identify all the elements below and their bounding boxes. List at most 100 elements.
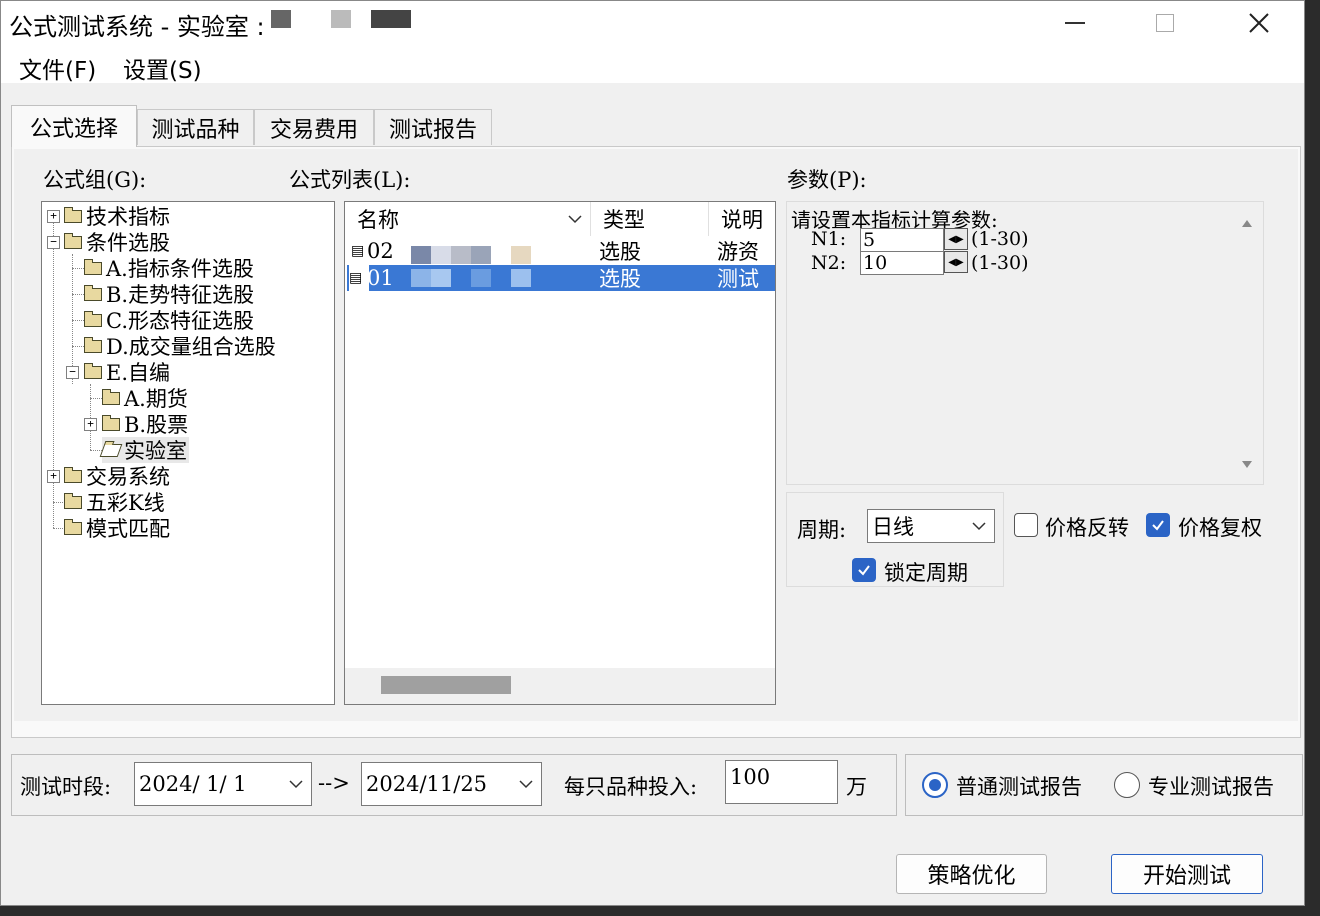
period-select[interactable]: 日线 — [867, 509, 995, 543]
folder-icon — [84, 284, 102, 301]
folder-icon — [64, 492, 82, 509]
normal-report-radio[interactable] — [922, 772, 948, 798]
close-icon — [1249, 13, 1269, 33]
maximize-button[interactable] — [1135, 1, 1195, 45]
param-range: (1-30) — [971, 228, 1029, 250]
period-label: 周期: — [797, 518, 847, 542]
tree-item[interactable]: A.期货 — [102, 385, 188, 411]
horizontal-scrollbar[interactable] — [345, 668, 775, 704]
lock-period-label: 锁定周期 — [884, 561, 968, 585]
formula-list-label: 公式列表(L): — [289, 168, 411, 192]
price-adjust-checkbox[interactable] — [1146, 513, 1170, 537]
column-header-name[interactable]: 名称 — [345, 202, 591, 236]
title-swatch — [331, 10, 351, 28]
tree-item[interactable]: 技术指标 — [64, 203, 170, 229]
redacted-block — [451, 246, 471, 264]
app-window: 公式测试系统 - 实验室 : 文件(F) 设置(S) 公式选择 测试品种 交易费… — [0, 0, 1305, 906]
tree-item[interactable]: B.股票 — [102, 411, 188, 437]
pro-report-radio[interactable] — [1114, 772, 1140, 798]
checkmark-icon — [858, 565, 870, 576]
scroll-down-icon[interactable] — [1241, 460, 1253, 470]
chevron-down-icon — [972, 522, 986, 531]
normal-report-label: 普通测试报告 — [956, 775, 1082, 799]
param-name: N2: — [811, 252, 847, 274]
checkmark-icon — [1152, 520, 1164, 531]
column-header-desc[interactable]: 说明 — [709, 202, 775, 236]
redacted-block — [471, 269, 491, 287]
tree-item[interactable]: D.成交量组合选股 — [84, 333, 276, 359]
params-panel: 请设置本指标计算参数: N1: 5 ◀▶ (1-30) N2: 10 ◀▶ (1… — [786, 201, 1264, 485]
window-title: 公式测试系统 - 实验室 : — [9, 13, 265, 41]
chevron-down-icon — [289, 780, 303, 789]
folder-icon — [64, 466, 82, 483]
tree-item[interactable]: A.指标条件选股 — [84, 255, 254, 281]
tab-test-varieties[interactable]: 测试品种 — [137, 109, 254, 145]
param-name: N1: — [811, 228, 847, 250]
tab-formula-select[interactable]: 公式选择 — [11, 105, 137, 147]
tab-test-report[interactable]: 测试报告 — [374, 109, 492, 145]
end-date-picker[interactable]: 2024/11/25 — [361, 762, 542, 806]
invest-label: 每只品种投入: — [564, 775, 698, 799]
formula-list[interactable]: 名称 类型 说明 ▤ 02 选股 游资 ▤ 01 选股 测试 — [344, 201, 776, 705]
minimize-icon — [1065, 22, 1085, 24]
minimize-button[interactable] — [1045, 1, 1105, 45]
range-arrow: --> — [318, 771, 350, 795]
tree-item[interactable]: 交易系统 — [64, 463, 170, 489]
optimize-button[interactable]: 策略优化 — [896, 854, 1047, 894]
collapse-icon[interactable]: − — [66, 366, 79, 379]
tree-item[interactable]: E.自编 — [84, 359, 170, 385]
param-n2-input[interactable]: 10 — [860, 251, 944, 275]
invest-input[interactable]: 100 — [725, 760, 838, 804]
list-row[interactable]: ▤ 02 选股 游资 — [347, 238, 775, 264]
menu-settings[interactable]: 设置(S) — [123, 51, 202, 85]
chevron-down-icon — [519, 780, 533, 789]
price-reverse-label: 价格反转 — [1045, 516, 1129, 540]
start-date-picker[interactable]: 2024/ 1/ 1 — [134, 762, 312, 806]
folder-icon — [102, 388, 120, 405]
folder-icon — [84, 362, 102, 379]
tree-item-selected[interactable]: 实验室 — [99, 437, 189, 463]
collapse-icon[interactable]: − — [47, 236, 60, 249]
param-n1-input[interactable]: 5 — [860, 228, 944, 252]
expand-icon[interactable]: + — [84, 418, 97, 431]
folder-icon — [64, 518, 82, 535]
title-swatch — [371, 10, 411, 28]
expand-icon[interactable]: + — [47, 210, 60, 223]
column-header-type[interactable]: 类型 — [591, 202, 709, 236]
folder-icon — [64, 232, 82, 249]
title-bar: 公式测试系统 - 实验室 : — [1, 1, 1304, 45]
tree-item[interactable]: 五彩K线 — [64, 489, 165, 515]
tree-item[interactable]: 条件选股 — [64, 229, 170, 255]
price-reverse-checkbox[interactable] — [1014, 513, 1038, 537]
redacted-block — [511, 246, 531, 264]
close-button[interactable] — [1229, 1, 1289, 45]
tree-item[interactable]: C.形态特征选股 — [84, 307, 254, 333]
params-scrollbar[interactable] — [1233, 206, 1261, 480]
redacted-block — [511, 269, 531, 287]
formula-group-tree[interactable]: + 技术指标 − 条件选股 A.指标条件选股 B.走势特征选股 C.形态特征选股… — [41, 201, 335, 705]
param-n1-spinner[interactable]: ◀▶ — [944, 228, 968, 250]
folder-icon — [102, 414, 120, 431]
tree-item[interactable]: 模式匹配 — [64, 515, 170, 541]
maximize-icon — [1156, 14, 1174, 32]
folder-icon — [84, 336, 102, 353]
tree-item[interactable]: B.走势特征选股 — [84, 281, 254, 307]
price-adjust-label: 价格复权 — [1178, 516, 1262, 540]
list-row-selected[interactable]: ▤ 01 选股 测试 — [347, 265, 775, 291]
pro-report-label: 专业测试报告 — [1148, 775, 1274, 799]
spin-arrows-icon: ◀▶ — [948, 256, 964, 268]
folder-icon — [84, 258, 102, 275]
expand-icon[interactable]: + — [47, 470, 60, 483]
redacted-block — [471, 246, 491, 264]
redacted-block — [431, 269, 451, 287]
test-range-label: 测试时段: — [20, 775, 112, 799]
start-test-button[interactable]: 开始测试 — [1111, 854, 1263, 894]
scroll-up-icon[interactable] — [1241, 218, 1253, 228]
lock-period-checkbox[interactable] — [852, 558, 876, 582]
folder-icon — [64, 206, 82, 223]
menu-file[interactable]: 文件(F) — [19, 51, 96, 85]
param-n2-spinner[interactable]: ◀▶ — [944, 251, 968, 273]
tab-trade-fees[interactable]: 交易费用 — [254, 109, 374, 145]
redacted-block — [431, 246, 451, 264]
scrollbar-thumb[interactable] — [381, 676, 511, 694]
